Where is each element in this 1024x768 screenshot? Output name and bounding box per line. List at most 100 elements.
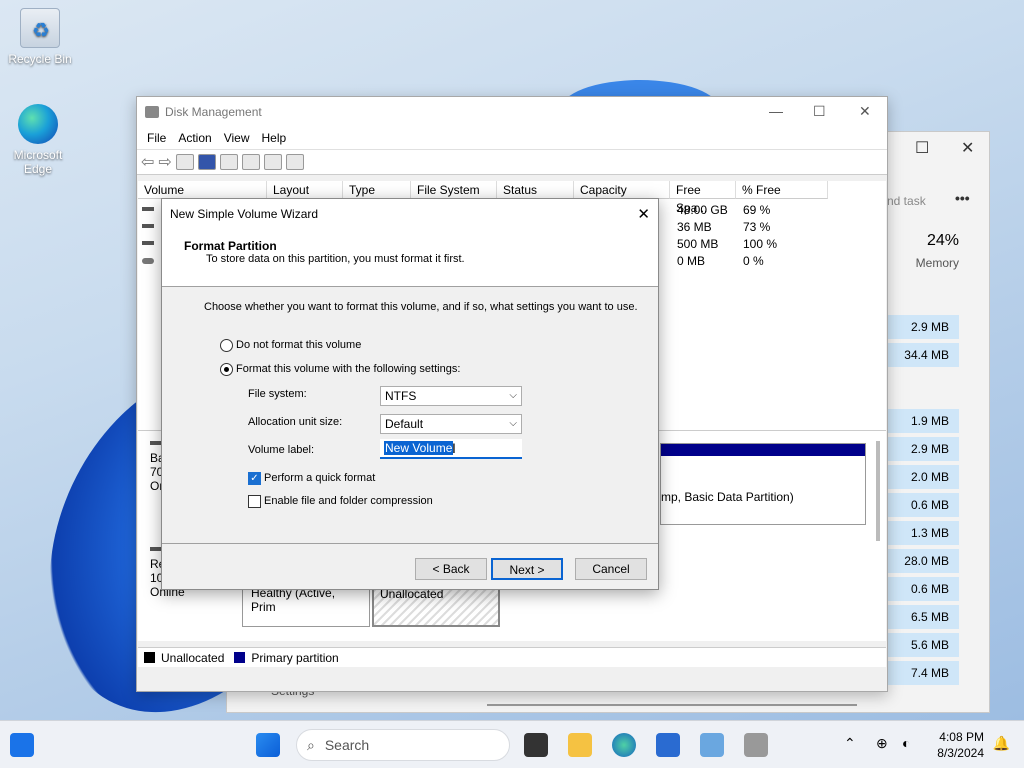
recycle-bin-icon: ♻ xyxy=(20,8,60,48)
column-type[interactable]: Type xyxy=(343,181,411,199)
volume-label-input[interactable]: New Volume I xyxy=(380,439,522,459)
volume-icon[interactable]: ◐ xyxy=(902,735,910,751)
maximize-icon[interactable]: ☐ xyxy=(915,138,929,158)
window-title: Disk Management xyxy=(165,105,262,119)
notifications-icon[interactable]: 🔔 xyxy=(993,735,1010,752)
chevron-down-icon: ⌵ xyxy=(509,418,517,429)
memory-column-label[interactable]: Memory xyxy=(916,256,959,270)
start-icon[interactable] xyxy=(256,733,280,757)
cell-free: 48.00 GB xyxy=(677,203,728,217)
file-explorer-icon[interactable] xyxy=(568,733,592,757)
properties-icon[interactable] xyxy=(175,154,194,170)
quick-format-checkbox[interactable]: ✓ xyxy=(248,472,261,485)
wizard-instruction: Choose whether you want to format this v… xyxy=(204,301,638,313)
memory-cell: 2.0 MB xyxy=(879,465,959,489)
desktop-icon-recycle-bin[interactable]: ♻ Recycle Bin xyxy=(2,8,78,66)
menu-help[interactable]: Help xyxy=(256,131,293,145)
allocation-unit-value: Default xyxy=(385,417,424,431)
maximize-icon[interactable]: ☐ xyxy=(813,103,826,120)
close-icon[interactable]: ✕ xyxy=(961,138,974,158)
primary-partition-bar xyxy=(661,444,865,456)
view-icon[interactable] xyxy=(219,154,238,170)
memory-cell: 0.6 MB xyxy=(879,577,959,601)
text-cursor-icon: I xyxy=(452,440,456,456)
chevron-down-icon: ⌵ xyxy=(509,390,517,401)
memory-cell: 7.4 MB xyxy=(879,661,959,685)
cell-pct: 73 % xyxy=(743,220,771,234)
menu-action[interactable]: Action xyxy=(172,131,217,145)
back-button[interactable]: < Back xyxy=(415,558,487,580)
volume-drive-icon xyxy=(142,224,154,228)
forward-arrow-icon[interactable]: ⇨ xyxy=(158,152,171,172)
clock[interactable]: 4:08 PM 8/3/2024 xyxy=(937,729,984,761)
quick-format-label[interactable]: Perform a quick format xyxy=(264,472,375,484)
more-options-icon[interactable]: ••• xyxy=(955,190,970,206)
search-icon: ⌕ xyxy=(307,736,315,753)
connect-icon[interactable] xyxy=(241,154,260,170)
memory-cell: 2.9 MB xyxy=(879,315,959,339)
edge-icon[interactable] xyxy=(612,733,636,757)
task-manager-icon[interactable] xyxy=(700,733,724,757)
volume-cd-icon xyxy=(142,258,154,264)
column-layout[interactable]: Layout xyxy=(267,181,343,199)
new-simple-volume-wizard: New Simple Volume Wizard ✕ Format Partit… xyxy=(161,198,659,590)
close-icon[interactable]: ✕ xyxy=(637,205,650,223)
menu-view[interactable]: View xyxy=(218,131,256,145)
task-view-icon[interactable] xyxy=(524,733,548,757)
desktop-icon-edge[interactable]: Microsoft Edge xyxy=(0,104,76,176)
network-icon[interactable]: ⊕ xyxy=(876,735,888,752)
column-percent-free[interactable]: % Free xyxy=(736,181,828,199)
wizard-subheading: To store data on this partition, you mus… xyxy=(206,253,465,265)
legend-unallocated: Unallocated xyxy=(161,650,225,665)
radio-do-not-format[interactable] xyxy=(220,339,233,352)
cell-free: 0 MB xyxy=(677,254,706,268)
chevron-up-icon[interactable]: ⌃ xyxy=(844,735,856,752)
primary-partition-swatch xyxy=(234,652,246,663)
horizontal-scrollbar[interactable] xyxy=(487,704,857,706)
memory-cell: 6.5 MB xyxy=(879,605,959,629)
column-free-space[interactable]: Free Spa... xyxy=(670,181,736,215)
memory-cell: 2.9 MB xyxy=(879,437,959,461)
back-arrow-icon[interactable]: ⇦ xyxy=(141,152,154,172)
disk-management-icon xyxy=(145,106,159,118)
cell-pct: 100 % xyxy=(743,237,778,251)
compression-checkbox[interactable] xyxy=(248,495,261,508)
wizard-header: Format Partition To store data on this p… xyxy=(162,229,658,287)
cell-free: 36 MB xyxy=(677,220,712,234)
column-file-system[interactable]: File System xyxy=(411,181,497,199)
menu-file[interactable]: File xyxy=(141,131,172,145)
radio-format[interactable] xyxy=(220,363,233,376)
column-volume[interactable]: Volume xyxy=(138,181,267,199)
minimize-icon[interactable]: — xyxy=(769,103,783,119)
column-capacity[interactable]: Capacity xyxy=(574,181,670,199)
list-icon[interactable] xyxy=(285,154,304,170)
file-system-value: NTFS xyxy=(385,389,417,403)
widgets-icon[interactable] xyxy=(10,733,34,757)
legend-primary: Primary partition xyxy=(251,650,339,665)
store-icon[interactable] xyxy=(656,733,680,757)
search-placeholder: Search xyxy=(324,737,370,753)
radio-format-label[interactable]: Format this volume with the following se… xyxy=(236,363,460,375)
help-icon[interactable] xyxy=(197,154,216,170)
compression-label[interactable]: Enable file and folder compression xyxy=(264,495,433,507)
partition-status: Healthy (Active, Prim xyxy=(251,586,336,614)
cancel-button[interactable]: Cancel xyxy=(575,558,647,580)
volume-label-value: New Volume xyxy=(384,441,454,455)
next-button[interactable]: Next > xyxy=(491,558,563,580)
vertical-scrollbar[interactable] xyxy=(876,441,880,541)
wizard-title-bar: New Simple Volume Wizard ✕ xyxy=(162,199,658,229)
taskbar: ⌕ Search ⌃ ⊕ ◐ 4:08 PM 8/3/2024 🔔 xyxy=(0,720,1024,768)
partition-description: mp, Basic Data Partition) xyxy=(661,490,794,504)
close-icon[interactable]: ✕ xyxy=(859,103,871,120)
file-system-select[interactable]: NTFS ⌵ xyxy=(380,386,522,406)
check-icon[interactable] xyxy=(263,154,282,170)
run-new-task-button[interactable]: nd task xyxy=(887,194,926,208)
disk-management-icon[interactable] xyxy=(744,733,768,757)
radio-do-not-format-label[interactable]: Do not format this volume xyxy=(236,339,361,351)
search-box[interactable]: ⌕ Search xyxy=(296,729,510,761)
column-status[interactable]: Status xyxy=(497,181,574,199)
memory-percent: 24% xyxy=(926,232,959,249)
wizard-divider xyxy=(162,543,658,544)
allocation-unit-select[interactable]: Default ⌵ xyxy=(380,414,522,434)
disk0-partition[interactable]: mp, Basic Data Partition) xyxy=(660,443,866,525)
